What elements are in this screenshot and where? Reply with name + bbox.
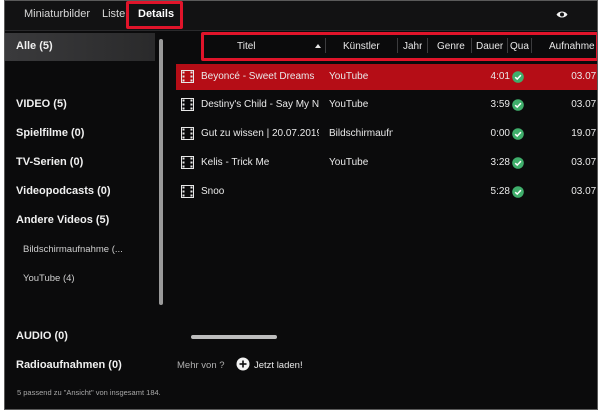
sidebar-scrollbar[interactable] bbox=[159, 39, 163, 305]
cell-artist: YouTube bbox=[329, 99, 369, 110]
cell-title: Gut zu wissen | 20.07.2019 bbox=[201, 128, 319, 139]
table-row[interactable]: Kelis - Trick Me YouTube 3:28 03.07. bbox=[176, 150, 598, 176]
more-from-label: Mehr von ? bbox=[177, 360, 225, 371]
sidebar-item-all[interactable]: Alle (5) bbox=[5, 33, 155, 61]
cell-duration: 3:28 bbox=[490, 157, 510, 168]
table-row[interactable]: Destiny's Child - Say My Nar YouTube 3:59 0… bbox=[176, 92, 598, 118]
cell-title: Kelis - Trick Me bbox=[201, 157, 270, 168]
cell-title: Beyoncé - Sweet Dreams bbox=[201, 71, 315, 82]
check-circle-icon bbox=[512, 127, 524, 140]
check-circle-icon bbox=[512, 70, 524, 83]
cell-artist: YouTube bbox=[329, 71, 369, 82]
sidebar-item-other-videos[interactable]: Andere Videos (5) bbox=[16, 214, 109, 226]
media-library-window: Miniaturbilder Liste Details Alle (5) VI… bbox=[4, 0, 598, 410]
category-sidebar: Alle (5) VIDEO (5) Spielfilme (0) TV-Ser… bbox=[5, 31, 168, 381]
cell-recorded: 03.07. bbox=[571, 186, 598, 197]
plus-circle-icon[interactable] bbox=[236, 357, 250, 371]
check-circle-icon bbox=[512, 156, 524, 169]
check-circle-icon bbox=[512, 185, 524, 198]
sidebar-item-screen-recording[interactable]: Bildschirmaufnahme (... bbox=[23, 244, 123, 255]
cell-recorded: 03.07. bbox=[571, 157, 598, 168]
cell-duration: 3:59 bbox=[490, 99, 510, 110]
status-text: 5 passend zu "Ansicht" von insgesamt 184… bbox=[17, 388, 161, 397]
sidebar-item-tv-series[interactable]: TV-Serien (0) bbox=[16, 156, 83, 168]
cell-title: Destiny's Child - Say My Nar bbox=[201, 99, 319, 110]
film-icon bbox=[181, 185, 194, 198]
view-toolbar: Miniaturbilder Liste Details bbox=[5, 1, 597, 31]
cell-duration: 5:28 bbox=[490, 186, 510, 197]
cell-recorded: 19.07. bbox=[571, 128, 598, 139]
eye-icon[interactable] bbox=[556, 10, 568, 19]
sidebar-item-movies[interactable]: Spielfilme (0) bbox=[16, 127, 84, 139]
sidebar-item-youtube[interactable]: YouTube (4) bbox=[23, 273, 75, 284]
cell-duration: 0:00 bbox=[490, 128, 510, 139]
film-icon bbox=[181, 98, 194, 111]
check-circle-icon bbox=[512, 98, 524, 111]
horizontal-scrollbar[interactable] bbox=[191, 335, 277, 339]
film-icon bbox=[181, 127, 194, 140]
table-row[interactable]: Beyoncé - Sweet Dreams YouTube 4:01 03.07. bbox=[176, 64, 598, 90]
header-highlight bbox=[201, 32, 597, 61]
load-now-link[interactable]: Jetzt laden! bbox=[254, 360, 303, 371]
tab-list[interactable]: Liste bbox=[102, 8, 125, 20]
cell-recorded: 03.07. bbox=[571, 99, 598, 110]
film-icon bbox=[181, 156, 194, 169]
sidebar-item-radio-recordings[interactable]: Radioaufnahmen (0) bbox=[16, 359, 122, 371]
table-row[interactable]: Gut zu wissen | 20.07.2019 Bildschirmaufn… bbox=[176, 121, 598, 147]
tab-details-highlight bbox=[126, 1, 183, 29]
table-row[interactable]: Snoo 5:28 03.07. bbox=[176, 179, 598, 205]
film-icon bbox=[181, 70, 194, 83]
sidebar-item-audio[interactable]: AUDIO (0) bbox=[16, 330, 68, 342]
cell-artist: YouTube bbox=[329, 157, 369, 168]
cell-artist: Bildschirmaufn bbox=[329, 128, 393, 139]
sidebar-item-videopodcasts[interactable]: Videopodcasts (0) bbox=[16, 185, 111, 197]
cell-duration: 4:01 bbox=[490, 71, 510, 82]
cell-recorded: 03.07. bbox=[571, 71, 598, 82]
sidebar-item-video[interactable]: VIDEO (5) bbox=[16, 98, 67, 110]
tab-thumbnails[interactable]: Miniaturbilder bbox=[24, 8, 90, 20]
cell-title: Snoo bbox=[201, 186, 225, 197]
